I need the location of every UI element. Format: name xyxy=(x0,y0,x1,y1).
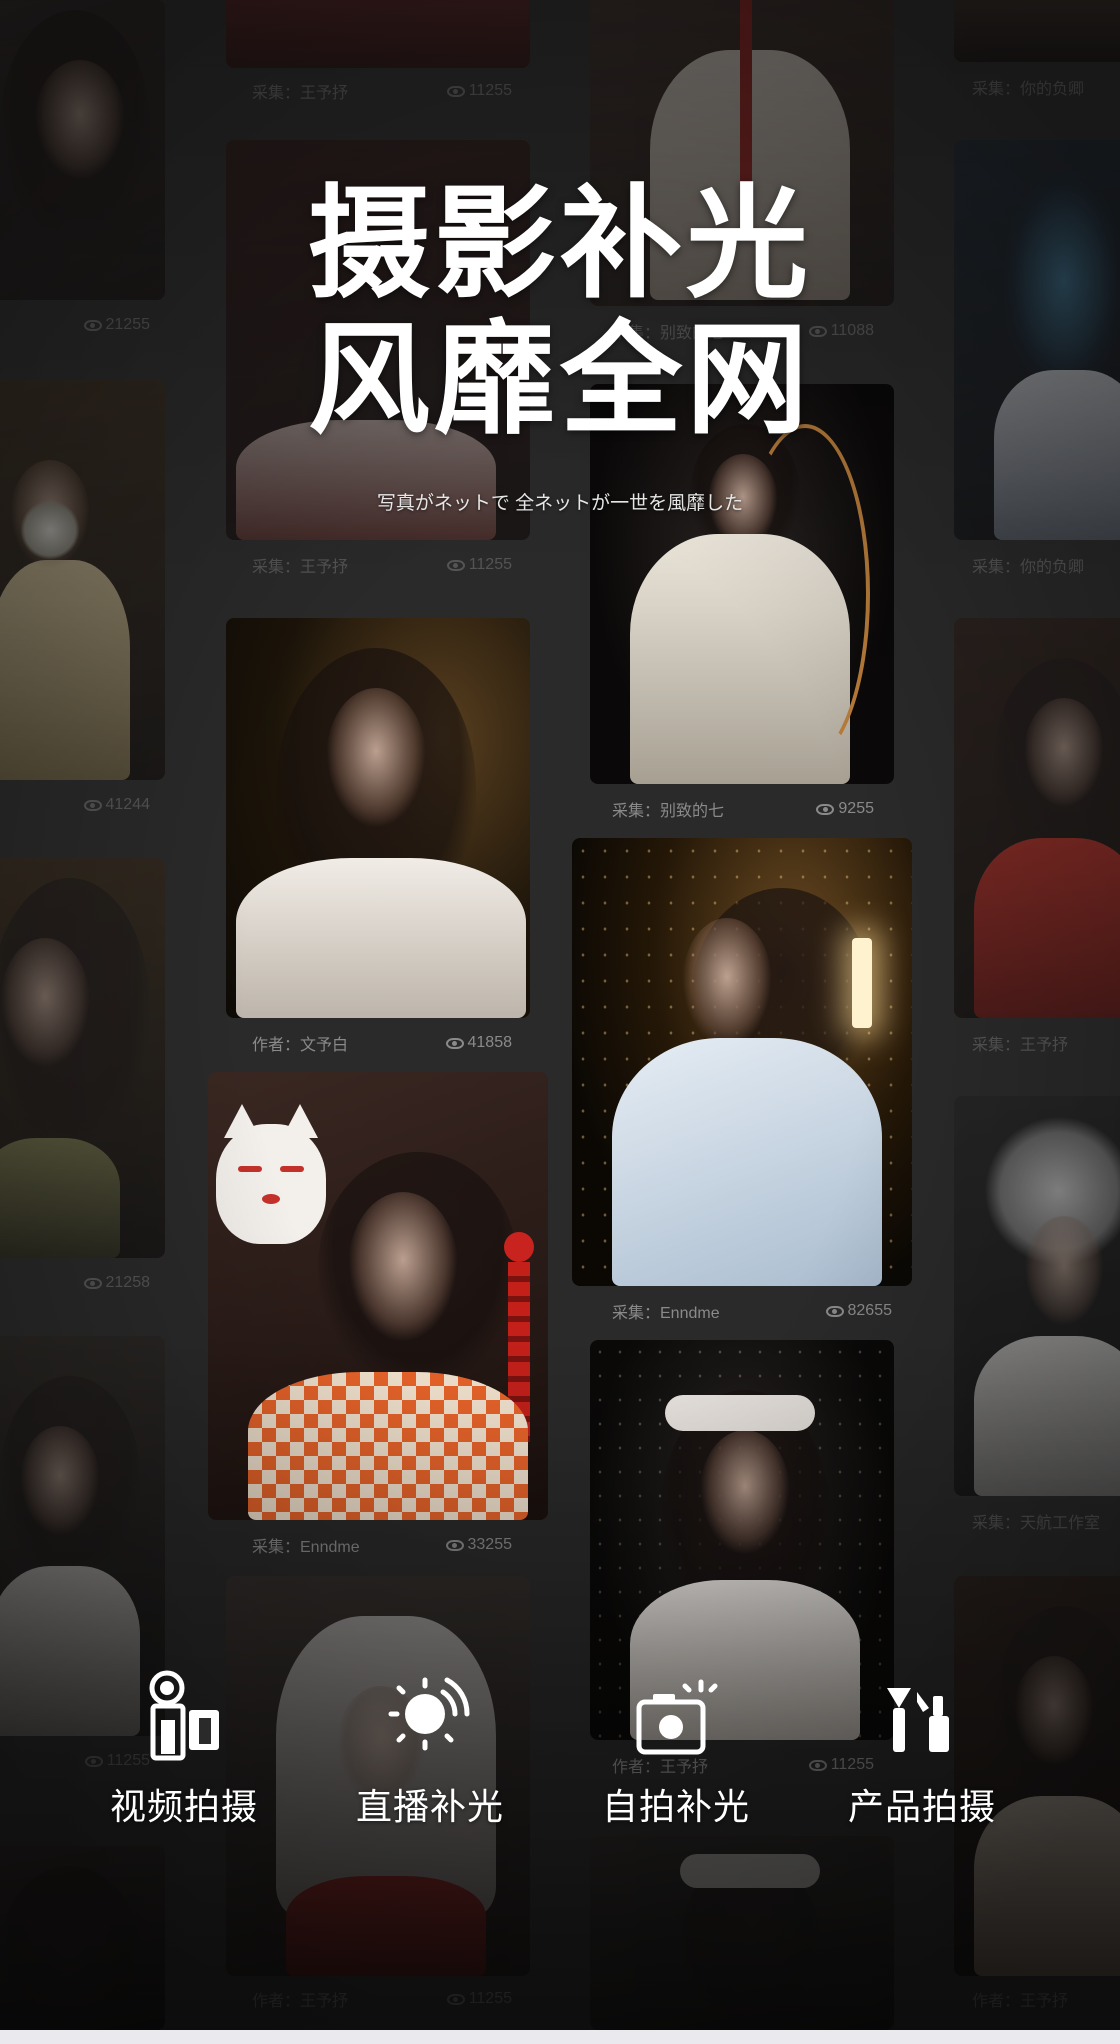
eye-icon xyxy=(83,799,102,811)
photo-subject xyxy=(0,938,90,1068)
bottom-strip xyxy=(0,2030,1120,2044)
video-camera-icon xyxy=(149,1670,219,1761)
photo-subject xyxy=(236,858,526,1018)
photo-subject xyxy=(504,1232,534,1262)
eye-icon xyxy=(825,1305,844,1317)
photo-subject xyxy=(680,1854,820,1888)
feature-selfie-fill-light[interactable]: 自拍补光 xyxy=(576,1668,776,1830)
photo-subject xyxy=(974,1336,1120,1496)
photo-card[interactable] xyxy=(0,858,165,1258)
photo-card[interactable] xyxy=(226,0,530,68)
photo-card[interactable] xyxy=(954,618,1120,1018)
headline-line-1: 摄影补光 xyxy=(308,173,812,315)
card-meta: 采集：王予抒 xyxy=(972,1037,1069,1054)
promo-page: 21255 41244 21258 11255 采集：王予抒 11255 采集：… xyxy=(0,0,1120,2044)
eye-icon xyxy=(445,1037,464,1049)
light-glow xyxy=(852,938,872,1028)
feature-label: 视频拍摄 xyxy=(109,1787,258,1828)
card-meta: 作者：王予抒 11255 xyxy=(252,1990,512,2010)
photo-card[interactable] xyxy=(954,0,1120,62)
card-meta: 21258 xyxy=(0,1270,150,1296)
card-meta: 作者：文予白 41858 xyxy=(252,1034,512,1054)
eye-icon xyxy=(83,1277,102,1289)
photo-subject xyxy=(740,424,870,764)
card-meta: 采集：天航工作室 xyxy=(972,1515,1101,1532)
photo-subject xyxy=(286,1876,486,1976)
photo-card[interactable] xyxy=(954,1096,1120,1496)
eye-icon xyxy=(446,85,465,97)
card-meta: 采集：你的负卿 xyxy=(972,559,1085,576)
photo-card[interactable] xyxy=(572,838,912,1286)
card-meta: 采集：王予抒 11255 xyxy=(252,556,512,576)
card-meta: 采集：你的负卿 xyxy=(972,81,1085,98)
headline-line-2: 风靡全网 xyxy=(308,309,812,451)
photo-subject xyxy=(612,1038,882,1286)
card-meta: 采集：别致的七 9255 xyxy=(612,800,874,820)
feature-label: 直播补光 xyxy=(355,1787,504,1828)
feature-video-shooting[interactable]: 视频拍摄 xyxy=(84,1668,284,1830)
card-meta: 采集：Enndme 82655 xyxy=(612,1302,892,1322)
subtitle: 写真がネットで 全ネットが一世を風靡した xyxy=(376,493,744,514)
eye-icon xyxy=(445,1539,464,1551)
feature-label: 产品拍摄 xyxy=(847,1787,996,1828)
photo-subject xyxy=(0,1866,140,2030)
fox-mask-graphic xyxy=(216,1104,326,1244)
feature-bar: 视频拍摄 直播补光 自拍补光 产品拍摄 xyxy=(0,1668,1120,1858)
photo-subject xyxy=(0,1138,120,1258)
photo-subject xyxy=(20,1426,100,1536)
photo-card[interactable] xyxy=(590,1836,894,2030)
product-icon xyxy=(887,1688,949,1752)
eye-icon xyxy=(446,559,465,571)
photo-subject xyxy=(248,1372,528,1520)
card-meta: 采集：王予抒 11255 xyxy=(252,82,512,102)
photo-card[interactable] xyxy=(0,1846,165,2030)
card-meta: 41244 xyxy=(0,792,150,818)
photo-subject xyxy=(1024,698,1104,808)
photo-subject xyxy=(35,60,125,180)
photo-subject xyxy=(1024,1216,1104,1326)
photo-subject xyxy=(682,918,772,1048)
photo-card[interactable] xyxy=(208,1072,548,1520)
card-meta: 作者：王予抒 xyxy=(972,1993,1069,2010)
feature-label: 自拍补光 xyxy=(601,1787,750,1828)
photo-card[interactable] xyxy=(226,618,530,1018)
photo-subject xyxy=(0,560,130,780)
eye-icon xyxy=(816,803,835,815)
feature-live-fill-light[interactable]: 直播补光 xyxy=(330,1668,530,1830)
photo-subject xyxy=(974,838,1120,1018)
photo-subject xyxy=(348,1192,458,1342)
card-meta: 采集：Enndme 33255 xyxy=(252,1536,512,1556)
feature-product-shooting[interactable]: 产品拍摄 xyxy=(822,1668,1022,1830)
photo-subject xyxy=(665,1395,815,1431)
ring-light-icon xyxy=(388,1677,470,1751)
photo-subject xyxy=(326,688,426,828)
eye-icon xyxy=(446,1993,465,2005)
photo-subject xyxy=(700,1430,790,1555)
photo-subject xyxy=(740,0,752,200)
selfie-camera-icon xyxy=(636,1679,718,1755)
